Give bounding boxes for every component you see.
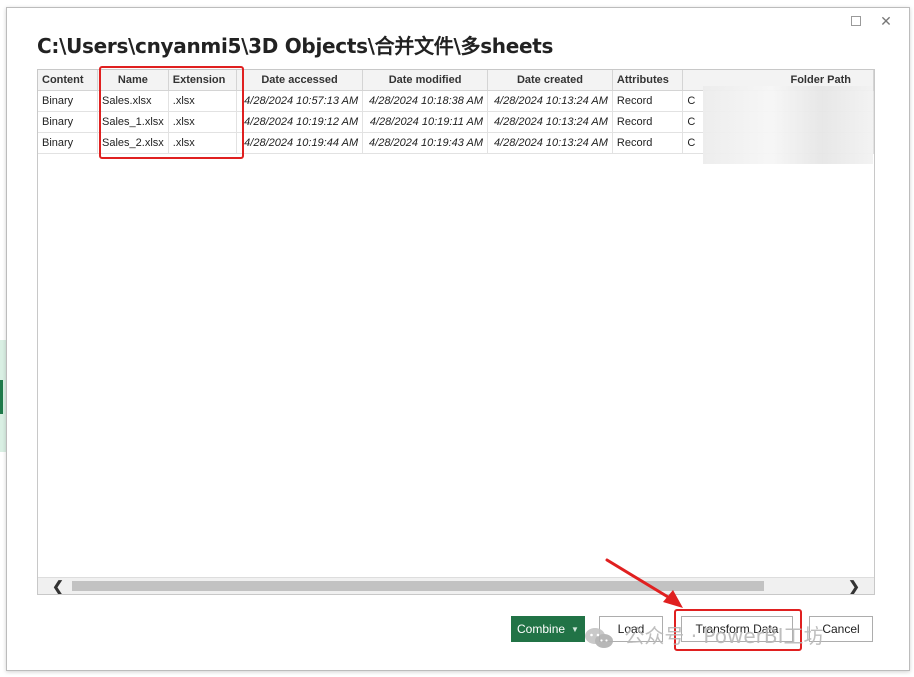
cell-content[interactable]: Binary [38, 132, 99, 154]
watermark-text: 公众号 · PowerBI工坊 [624, 624, 824, 648]
cell-content[interactable]: Binary [38, 90, 99, 112]
cell-date-accessed: 4/28/2024 10:57:13 AM [236, 90, 364, 112]
cell-date-created: 4/28/2024 10:13:24 AM [487, 132, 613, 154]
column-header-date-modified[interactable]: Date modified [362, 70, 489, 91]
scroll-left-icon[interactable]: ❮ [48, 578, 68, 594]
cancel-label: Cancel [822, 622, 860, 636]
cell-date-created: 4/28/2024 10:13:24 AM [487, 111, 613, 133]
column-header-content[interactable]: Content [38, 70, 99, 91]
combine-label: Combine [517, 622, 566, 636]
scroll-right-icon[interactable]: ❯ [844, 578, 864, 594]
annotation-arrow-icon [605, 558, 683, 608]
cell-attributes[interactable]: Record [612, 90, 684, 112]
wechat-icon [585, 627, 613, 648]
maximize-button[interactable] [849, 14, 863, 28]
column-header-date-created[interactable]: Date created [487, 70, 613, 91]
background-app-accent [0, 380, 3, 414]
combine-button[interactable]: Combine ▼ [511, 616, 585, 642]
chevron-down-icon[interactable]: ▼ [571, 625, 579, 634]
name-extension-highlight [99, 66, 244, 159]
cell-date-accessed: 4/28/2024 10:19:44 AM [236, 132, 364, 154]
maximize-icon [851, 16, 861, 26]
file-preview-dialog: ✕ C:\Users\cnyanmi5\3D Objects\合并文件\多she… [6, 7, 910, 671]
cell-attributes[interactable]: Record [612, 132, 684, 154]
cell-date-created: 4/28/2024 10:13:24 AM [487, 90, 613, 112]
dialog-title: C:\Users\cnyanmi5\3D Objects\合并文件\多sheet… [37, 34, 554, 58]
cell-date-accessed: 4/28/2024 10:19:12 AM [236, 111, 364, 133]
close-button[interactable]: ✕ [879, 12, 893, 29]
cell-date-modified: 4/28/2024 10:18:38 AM [362, 90, 489, 112]
horizontal-scrollbar[interactable]: ❮ ❯ [38, 577, 874, 594]
column-header-attributes[interactable]: Attributes [612, 70, 684, 91]
close-icon: ✕ [880, 12, 892, 29]
column-header-date-accessed[interactable]: Date accessed [236, 70, 364, 91]
redacted-region [703, 86, 873, 164]
cell-date-modified: 4/28/2024 10:19:43 AM [362, 132, 489, 154]
cell-attributes[interactable]: Record [612, 111, 684, 133]
cell-content[interactable]: Binary [38, 111, 99, 133]
cell-date-modified: 4/28/2024 10:19:11 AM [362, 111, 489, 133]
watermark: 公众号 · PowerBI工坊 [584, 620, 824, 649]
